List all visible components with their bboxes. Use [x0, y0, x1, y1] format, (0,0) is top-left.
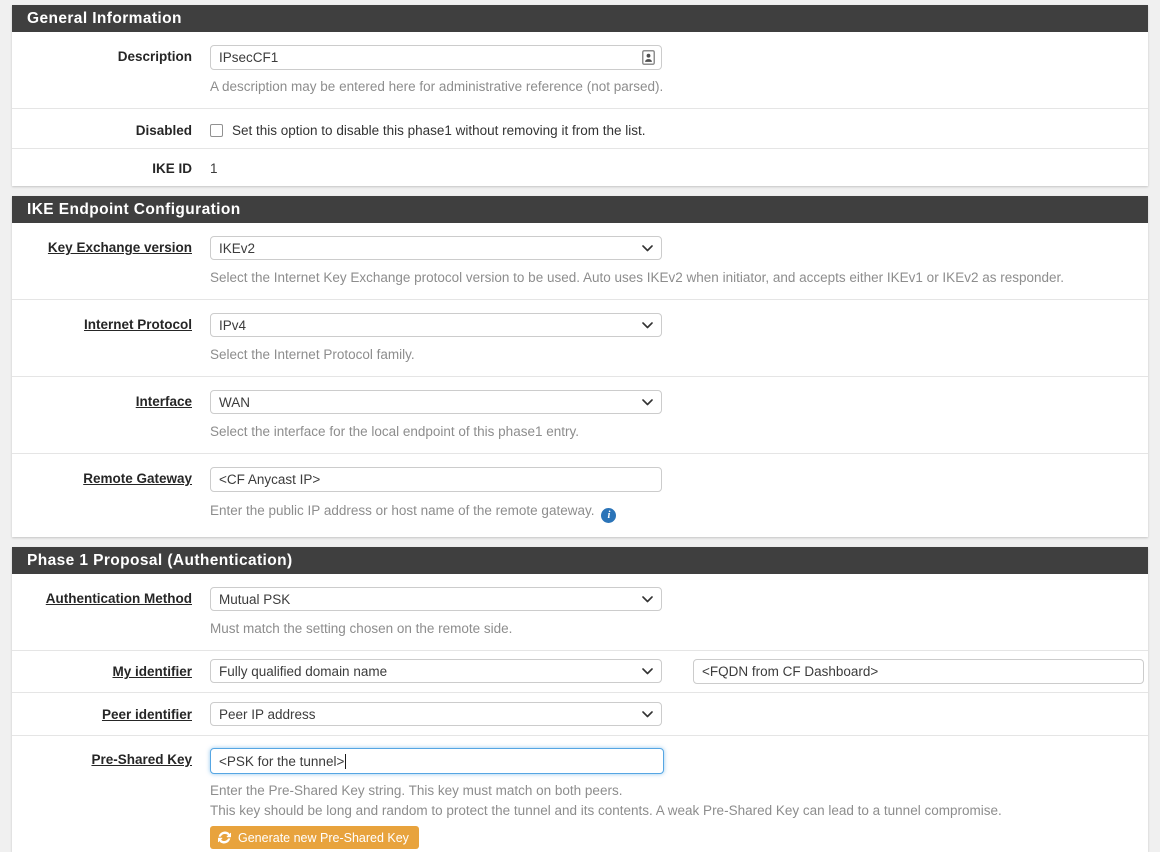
- ike-id-value: 1: [210, 159, 1144, 176]
- key-exchange-version-label: Key Exchange version: [48, 240, 192, 255]
- my-identifier-select[interactable]: Fully qualified domain name: [210, 659, 662, 683]
- interface-label: Interface: [136, 394, 192, 409]
- interface-help: Select the interface for the local endpo…: [210, 422, 1144, 441]
- generate-psk-button[interactable]: Generate new Pre-Shared Key: [210, 826, 419, 849]
- row-interface: Interface WAN Select the interface for t…: [12, 377, 1148, 454]
- pre-shared-key-value: <PSK for the tunnel>: [219, 754, 344, 769]
- remote-gateway-input[interactable]: [210, 467, 662, 492]
- disabled-checkbox-line: Set this option to disable this phase1 w…: [210, 121, 1144, 138]
- row-authentication-method: Authentication Method Mutual PSK Must ma…: [12, 574, 1148, 651]
- generate-psk-button-label: Generate new Pre-Shared Key: [238, 831, 409, 845]
- info-circle-icon[interactable]: i: [601, 508, 616, 523]
- ipsec-phase1-form: General Information Description A descri…: [0, 0, 1160, 852]
- panel-general-information: General Information Description A descri…: [12, 5, 1148, 186]
- row-disabled: Disabled Set this option to disable this…: [12, 109, 1148, 149]
- key-exchange-version-select[interactable]: IKEv2: [210, 236, 662, 260]
- description-input[interactable]: [210, 45, 662, 70]
- row-remote-gateway: Remote Gateway Enter the public IP addre…: [12, 454, 1148, 537]
- pre-shared-key-help-line1: Enter the Pre-Shared Key string. This ke…: [210, 781, 1144, 800]
- authentication-method-help: Must match the setting chosen on the rem…: [210, 619, 1144, 638]
- refresh-icon: [218, 831, 231, 844]
- my-identifier-label: My identifier: [112, 664, 192, 679]
- text-caret: [345, 754, 346, 769]
- description-label: Description: [118, 49, 192, 64]
- remote-gateway-label: Remote Gateway: [83, 471, 192, 486]
- ike-id-label: IKE ID: [152, 161, 192, 176]
- row-my-identifier: My identifier Fully qualified domain nam…: [12, 651, 1148, 693]
- row-description: Description A description may be entered…: [12, 32, 1148, 109]
- authentication-method-label: Authentication Method: [46, 591, 192, 606]
- authentication-method-select[interactable]: Mutual PSK: [210, 587, 662, 611]
- section-header-general: General Information: [12, 5, 1148, 32]
- row-pre-shared-key: Pre-Shared Key <PSK for the tunnel> Ente…: [12, 736, 1148, 852]
- remote-gateway-help-text: Enter the public IP address or host name…: [210, 503, 594, 518]
- key-exchange-version-help: Select the Internet Key Exchange protoco…: [210, 268, 1144, 287]
- disabled-checkbox-text: Set this option to disable this phase1 w…: [232, 123, 645, 138]
- peer-identifier-select[interactable]: Peer IP address: [210, 702, 662, 726]
- section-header-phase1-proposal: Phase 1 Proposal (Authentication): [12, 547, 1148, 574]
- interface-select[interactable]: WAN: [210, 390, 662, 414]
- my-identifier-value-input[interactable]: [693, 659, 1144, 684]
- panel-phase1-proposal-authentication: Phase 1 Proposal (Authentication) Authen…: [12, 547, 1148, 852]
- internet-protocol-help: Select the Internet Protocol family.: [210, 345, 1144, 364]
- peer-identifier-label: Peer identifier: [102, 707, 192, 722]
- row-internet-protocol: Internet Protocol IPv4 Select the Intern…: [12, 300, 1148, 377]
- internet-protocol-select[interactable]: IPv4: [210, 313, 662, 337]
- pre-shared-key-input[interactable]: <PSK for the tunnel>: [210, 748, 664, 774]
- panel-ike-endpoint-configuration: IKE Endpoint Configuration Key Exchange …: [12, 196, 1148, 537]
- pre-shared-key-label: Pre-Shared Key: [91, 752, 192, 767]
- description-help: A description may be entered here for ad…: [210, 77, 1144, 96]
- disabled-label: Disabled: [136, 123, 192, 138]
- row-ike-id: IKE ID 1: [12, 149, 1148, 186]
- disabled-checkbox[interactable]: [210, 124, 223, 137]
- autofill-icon: [642, 50, 655, 65]
- pre-shared-key-help-line2: This key should be long and random to pr…: [210, 801, 1144, 820]
- remote-gateway-help: Enter the public IP address or host name…: [210, 501, 1144, 523]
- section-header-ike-endpoint: IKE Endpoint Configuration: [12, 196, 1148, 223]
- row-key-exchange-version: Key Exchange version IKEv2 Select the In…: [12, 223, 1148, 300]
- internet-protocol-label: Internet Protocol: [84, 317, 192, 332]
- row-peer-identifier: Peer identifier Peer IP address: [12, 693, 1148, 736]
